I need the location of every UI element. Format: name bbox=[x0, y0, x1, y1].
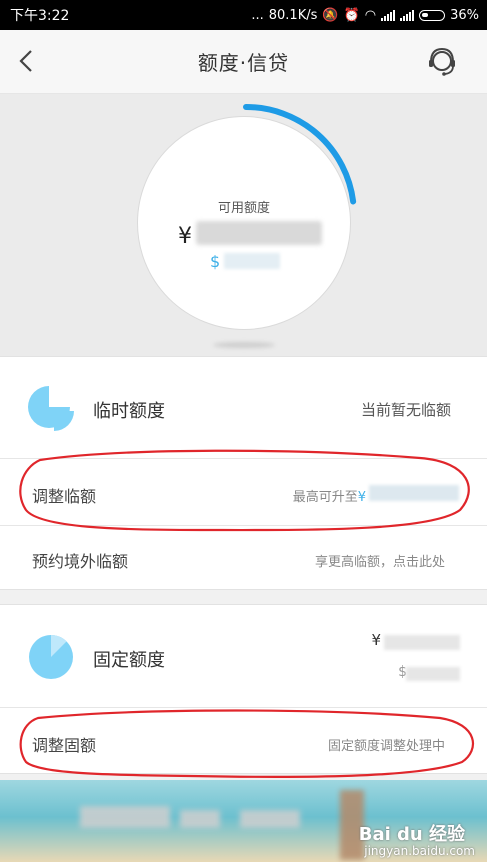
banner-text-redacted bbox=[80, 806, 170, 828]
wifi-icon: ◠ bbox=[364, 7, 377, 23]
status-time: 下午3:22 bbox=[10, 8, 70, 24]
signal-icon bbox=[381, 9, 396, 21]
hint-currency: ¥ bbox=[357, 490, 366, 505]
fixed-cny-redacted bbox=[384, 635, 460, 650]
alarm-icon: ⏰ bbox=[343, 7, 360, 23]
hint-prefix: 最高可升至 bbox=[292, 490, 358, 505]
baidu-jingyan-url: jingyan.baidu.com bbox=[364, 844, 475, 858]
temporary-limit-status: 当前暂无临额 bbox=[360, 401, 451, 419]
overseas-temporary-limit-row[interactable]: 预约境外临额 享更高临额，点击此处 bbox=[0, 526, 487, 589]
nav-bar: 额度·信贷 bbox=[0, 30, 487, 94]
fixed-limit-card: 固定额度 ¥ $ 调整固额 固定额度调整处理中 bbox=[0, 604, 487, 774]
baidu-jingyan-watermark: Bai du 经验 bbox=[358, 824, 465, 845]
temporary-limit-card: 临时额度 当前暂无临额 调整临额 最高可升至¥ 预约境外临额 享更高临额，点击此… bbox=[0, 356, 487, 590]
status-dots: ... bbox=[251, 7, 264, 23]
status-bar: 下午3:22 ... 80.1K/s 🔕 ⏰ ◠ 36% bbox=[0, 0, 487, 30]
fixed-limit-title: 固定额度 bbox=[93, 650, 165, 671]
fixed-limit-cny-symbol: ¥ bbox=[371, 631, 381, 649]
fixed-usd-redacted bbox=[406, 667, 460, 681]
pie-chart-icon bbox=[28, 386, 74, 431]
signal-icon-2 bbox=[400, 9, 415, 21]
adjust-temporary-limit-row[interactable]: 调整临额 最高可升至¥ bbox=[0, 459, 487, 525]
usage-arc bbox=[243, 104, 357, 205]
max-temporary-limit-hint: 最高可升至¥ bbox=[293, 486, 366, 505]
circle-shadow bbox=[213, 342, 275, 348]
adjust-temporary-limit-label: 调整临额 bbox=[32, 487, 97, 506]
adjust-fixed-limit-row[interactable]: 调整固额 固定额度调整处理中 bbox=[0, 708, 487, 773]
page-title: 额度·信贷 bbox=[197, 51, 290, 75]
max-limit-redacted bbox=[369, 485, 459, 501]
battery-icon bbox=[419, 9, 446, 21]
fixed-limit-header: 固定额度 ¥ $ bbox=[0, 605, 487, 707]
banner-text-redacted bbox=[240, 810, 300, 828]
overseas-limit-label: 预约境外临额 bbox=[32, 552, 129, 571]
chevron-left-icon[interactable] bbox=[12, 46, 42, 76]
banner-text-redacted bbox=[180, 810, 220, 828]
temporary-limit-header: 临时额度 当前暂无临额 bbox=[0, 357, 487, 458]
battery-level: 36% bbox=[450, 7, 479, 23]
adjust-fixed-limit-label: 调整固额 bbox=[32, 736, 97, 755]
status-icons: ... 80.1K/s 🔕 ⏰ ◠ 36% bbox=[251, 8, 479, 23]
fixed-limit-status: 固定额度调整处理中 bbox=[327, 739, 445, 754]
customer-service-icon[interactable] bbox=[423, 43, 461, 81]
pie-chart-icon bbox=[29, 634, 73, 679]
network-speed: 80.1K/s bbox=[268, 7, 318, 23]
mute-icon: 🔕 bbox=[322, 7, 339, 23]
available-limit-panel: 可用额度 ¥ $ bbox=[0, 94, 487, 356]
overseas-limit-hint: 享更高临额，点击此处 bbox=[314, 555, 445, 570]
temporary-limit-title: 临时额度 bbox=[93, 401, 165, 422]
promo-banner[interactable]: Bai du 经验 jingyan.baidu.com bbox=[0, 780, 487, 862]
